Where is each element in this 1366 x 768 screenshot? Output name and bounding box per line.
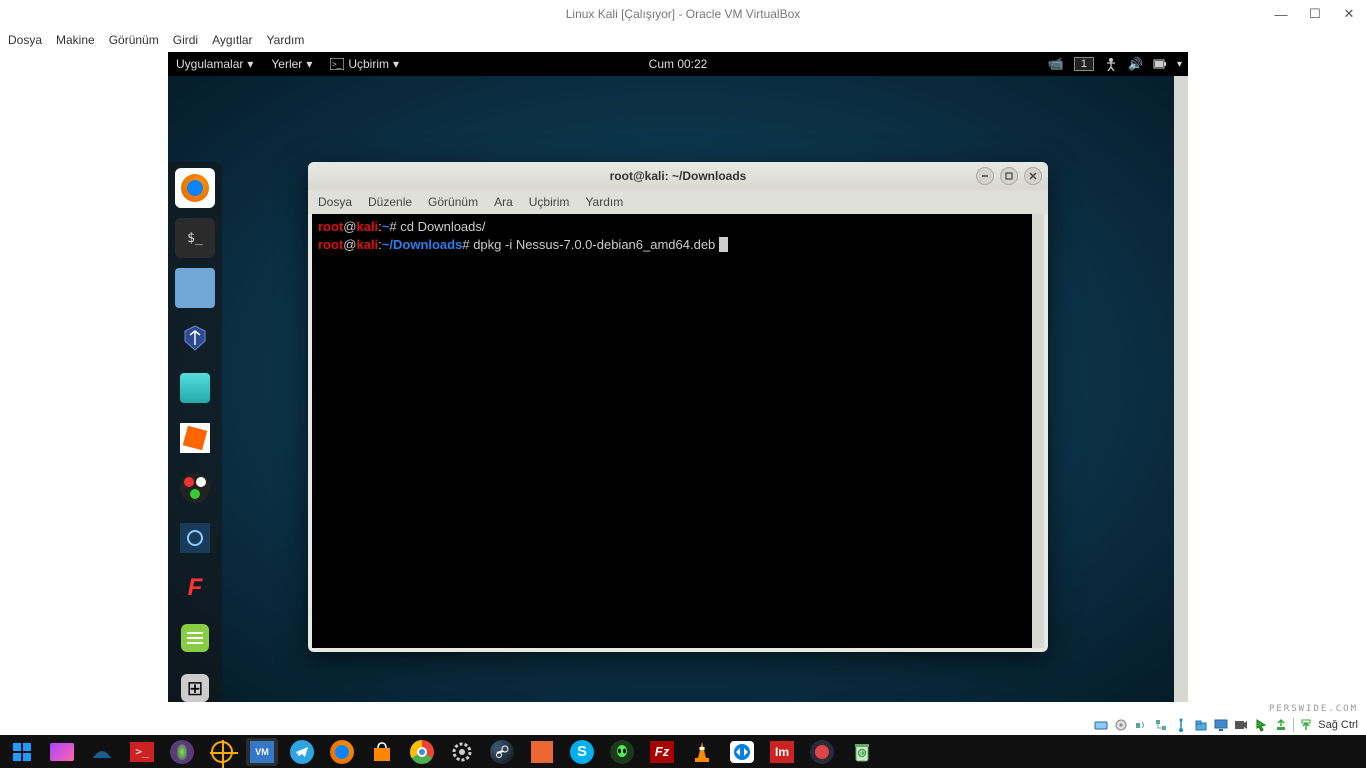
battery-icon[interactable]	[1153, 58, 1167, 70]
chevron-down-icon: ▾	[247, 57, 253, 71]
kali-clock[interactable]: Cum 00:22	[649, 57, 708, 71]
dock-tweaks-icon[interactable]: ⊞	[175, 668, 215, 702]
terminal-title: root@kali: ~/Downloads	[610, 169, 747, 183]
vb-menu-aygitlar[interactable]: Aygıtlar	[212, 33, 252, 47]
vb-shared-icon[interactable]	[1193, 717, 1209, 733]
terminal-scrollbar[interactable]	[1032, 214, 1044, 648]
vb-record-icon[interactable]	[1233, 717, 1249, 733]
terminal-menubar: Dosya Düzenle Görünüm Ara Uçbirim Yardım	[308, 190, 1048, 214]
vb-keyboard-icon[interactable]	[1273, 717, 1289, 733]
dock-leafpad-icon[interactable]	[175, 618, 215, 658]
tb-tor-icon[interactable]	[166, 738, 198, 766]
tb-virtualbox-icon[interactable]: VM	[246, 738, 278, 766]
dock-armitage-icon[interactable]	[175, 368, 215, 408]
watermark-text: PERSWIDE.COM	[1269, 704, 1358, 714]
svg-text:>_: >_	[332, 60, 342, 69]
dock-recorder-icon[interactable]	[175, 468, 215, 508]
terminal-command: cd Downloads/	[400, 219, 485, 234]
vb-hostkey-icon[interactable]	[1298, 717, 1314, 733]
tb-target-icon[interactable]	[206, 738, 238, 766]
dock-metasploit-icon[interactable]	[175, 318, 215, 358]
vb-maximize-button[interactable]: ☐	[1298, 0, 1332, 28]
vb-mouse-icon[interactable]	[1253, 717, 1269, 733]
dock-burp-icon[interactable]	[175, 418, 215, 458]
vb-hostkey-label: Sağ Ctrl	[1318, 719, 1362, 731]
guest-scrollbar[interactable]	[1174, 76, 1188, 702]
dock-files-icon[interactable]	[175, 268, 215, 308]
dock-terminal-icon[interactable]: $_	[175, 218, 215, 258]
tb-taskview-icon[interactable]	[46, 738, 78, 766]
terminal-titlebar[interactable]: root@kali: ~/Downloads	[308, 162, 1048, 190]
virtualbox-statusbar: Sağ Ctrl	[1093, 715, 1362, 735]
vb-usb-icon[interactable]	[1173, 717, 1189, 733]
terminal-body[interactable]: root@kali:~# cd Downloads/ root@kali:~/D…	[312, 214, 1044, 648]
chevron-down-icon[interactable]: ▾	[1177, 59, 1182, 70]
vb-cd-icon[interactable]	[1113, 717, 1129, 733]
tb-steam-icon[interactable]	[486, 738, 518, 766]
vb-menu-yardim[interactable]: Yardım	[267, 33, 305, 47]
tb-alien-icon[interactable]	[606, 738, 638, 766]
term-menu-gorunum[interactable]: Görünüm	[428, 195, 478, 209]
dock-zenmap-icon[interactable]	[175, 518, 215, 558]
kali-applications-menu[interactable]: Uygulamalar ▾	[176, 57, 253, 71]
terminal-window: root@kali: ~/Downloads Dosya Düzenle Gör…	[308, 162, 1048, 652]
dock-faraday-icon[interactable]: F	[175, 568, 215, 608]
vb-menu-dosya[interactable]: Dosya	[8, 33, 42, 47]
virtualbox-menubar: Dosya Makine Görünüm Girdi Aygıtlar Yard…	[0, 28, 1366, 52]
terminal-line: root@kali:~/Downloads# dpkg -i Nessus-7.…	[318, 236, 1038, 254]
terminal-maximize-button[interactable]	[1000, 167, 1018, 185]
tb-settings-icon[interactable]	[446, 738, 478, 766]
term-menu-ucbirim[interactable]: Uçbirim	[529, 195, 570, 209]
kali-places-menu[interactable]: Yerler ▾	[271, 57, 312, 71]
vb-close-button[interactable]: ✕	[1332, 0, 1366, 28]
vb-menu-girdi[interactable]: Girdi	[173, 33, 198, 47]
tb-telegram-icon[interactable]	[286, 738, 318, 766]
tb-filezilla-icon[interactable]: Fz	[646, 738, 678, 766]
volume-icon[interactable]: 🔊	[1128, 57, 1143, 71]
terminal-close-button[interactable]	[1024, 167, 1042, 185]
tb-chrome-icon[interactable]	[406, 738, 438, 766]
vb-minimize-button[interactable]: —	[1264, 0, 1298, 28]
virtualbox-titlebar: Linux Kali [Çalışıyor] - Oracle VM Virtu…	[0, 0, 1366, 28]
term-menu-duzenle[interactable]: Düzenle	[368, 195, 412, 209]
terminal-icon: >_	[330, 58, 344, 70]
tb-firefox-icon[interactable]	[326, 738, 358, 766]
tb-im-icon[interactable]: Im	[766, 738, 798, 766]
vm-display: Uygulamalar ▾ Yerler ▾ >_ Uçbirim ▾ Cum …	[168, 52, 1188, 702]
vb-network-icon[interactable]	[1153, 717, 1169, 733]
tb-app-icon[interactable]	[526, 738, 558, 766]
workspace-indicator[interactable]: 1	[1074, 57, 1094, 71]
tb-teamviewer-icon[interactable]	[726, 738, 758, 766]
tb-store-icon[interactable]	[366, 738, 398, 766]
kali-app-indicator[interactable]: >_ Uçbirim ▾	[330, 57, 399, 71]
tb-start-button[interactable]	[6, 738, 38, 766]
accessibility-icon[interactable]	[1104, 57, 1118, 71]
tb-trash-icon[interactable]	[846, 738, 878, 766]
vb-audio-icon[interactable]	[1133, 717, 1149, 733]
virtualbox-title: Linux Kali [Çalışıyor] - Oracle VM Virtu…	[566, 7, 801, 21]
tb-skype-icon[interactable]: S	[566, 738, 598, 766]
terminal-minimize-button[interactable]	[976, 167, 994, 185]
windows-taskbar: >_ VM S Fz Im	[0, 735, 1366, 768]
chevron-down-icon: ▾	[306, 57, 312, 71]
vb-display-icon[interactable]	[1213, 717, 1229, 733]
vb-hdd-icon[interactable]	[1093, 717, 1109, 733]
tb-wireshark-icon[interactable]	[86, 738, 118, 766]
term-menu-dosya[interactable]: Dosya	[318, 195, 352, 209]
term-menu-ara[interactable]: Ara	[494, 195, 513, 209]
tb-vlc-icon[interactable]	[686, 738, 718, 766]
vb-menu-gorunum[interactable]: Görünüm	[109, 33, 159, 47]
terminal-line: root@kali:~# cd Downloads/	[318, 218, 1038, 236]
tb-terminal-icon[interactable]: >_	[126, 738, 158, 766]
chevron-down-icon: ▾	[393, 57, 399, 71]
terminal-command: dpkg -i Nessus-7.0.0-debian6_amd64.deb	[473, 237, 719, 252]
kali-topbar: Uygulamalar ▾ Yerler ▾ >_ Uçbirim ▾ Cum …	[168, 52, 1188, 76]
terminal-cursor	[719, 237, 728, 252]
kali-dock: $_ F ⊞	[168, 162, 222, 702]
camera-icon[interactable]: 📹	[1048, 56, 1064, 72]
tb-app2-icon[interactable]	[806, 738, 838, 766]
term-menu-yardim[interactable]: Yardım	[585, 195, 623, 209]
vb-menu-makine[interactable]: Makine	[56, 33, 95, 47]
dock-firefox-icon[interactable]	[175, 168, 215, 208]
